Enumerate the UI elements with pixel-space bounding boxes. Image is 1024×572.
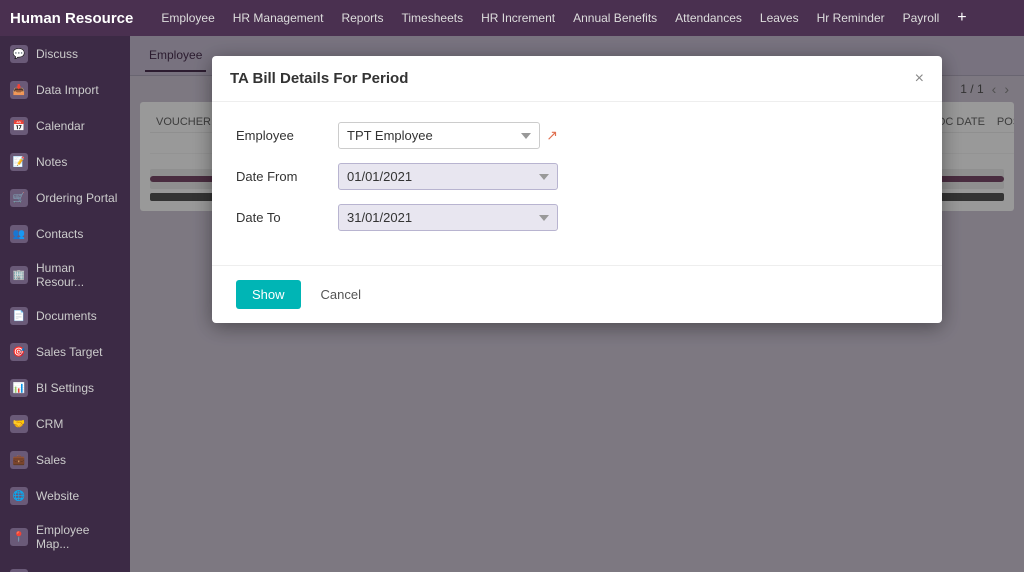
modal-backdrop: TA Bill Details For Period × Employee TP… — [130, 36, 1024, 572]
sidebar-item-human-resource[interactable]: 🏢 Human Resour... — [0, 252, 130, 298]
date-from-select[interactable]: 01/01/2021 — [338, 163, 558, 190]
data-import-icon: 📥 — [10, 81, 28, 99]
sidebar-label-bi-settings: BI Settings — [36, 381, 94, 395]
employee-label: Employee — [236, 128, 326, 143]
sidebar-label-data-import: Data Import — [36, 83, 99, 97]
date-to-label: Date To — [236, 210, 326, 225]
modal-title: TA Bill Details For Period — [230, 70, 408, 87]
nav-attendances[interactable]: Attendances — [675, 11, 742, 25]
documents-icon: 📄 — [10, 307, 28, 325]
contacts-icon: 👥 — [10, 225, 28, 243]
sidebar-label-website: Website — [36, 489, 79, 503]
sales-target-icon: 🎯 — [10, 343, 28, 361]
sidebar-label-sales: Sales — [36, 453, 66, 467]
notes-icon: 📝 — [10, 153, 28, 171]
ordering-portal-icon: 🛒 — [10, 189, 28, 207]
sidebar-item-data-import[interactable]: 📥 Data Import — [0, 72, 130, 108]
sidebar-label-calendar: Calendar — [36, 119, 85, 133]
sidebar-label-notes: Notes — [36, 155, 67, 169]
nav-timesheets[interactable]: Timesheets — [402, 11, 464, 25]
date-from-field-container: 01/01/2021 — [338, 163, 558, 190]
sales-icon: 💼 — [10, 451, 28, 469]
website-icon: 🌐 — [10, 487, 28, 505]
sidebar-label-contacts: Contacts — [36, 227, 83, 241]
cancel-button[interactable]: Cancel — [311, 280, 371, 309]
form-row-date-from: Date From 01/01/2021 — [236, 163, 918, 190]
form-row-employee: Employee TPT Employee ↗ — [236, 122, 918, 149]
sidebar: 💬 Discuss 📥 Data Import 📅 Calendar 📝 Not… — [0, 36, 130, 572]
brand-title: Human Resource — [10, 10, 133, 27]
nav-payroll[interactable]: Payroll — [903, 11, 940, 25]
sidebar-item-sales[interactable]: 💼 Sales — [0, 442, 130, 478]
sidebar-label-ordering-portal: Ordering Portal — [36, 191, 117, 205]
employee-map-icon: 📍 — [10, 528, 28, 546]
sidebar-item-employee-map[interactable]: 📍 Employee Map... — [0, 514, 130, 560]
nav-hr-reminder[interactable]: Hr Reminder — [817, 11, 885, 25]
sidebar-label-crm: CRM — [36, 417, 63, 431]
employee-select[interactable]: TPT Employee — [338, 122, 540, 149]
modal-body: Employee TPT Employee ↗ Date From — [212, 102, 942, 265]
show-button[interactable]: Show — [236, 280, 301, 309]
sidebar-item-discuss[interactable]: 💬 Discuss — [0, 36, 130, 72]
nav-hr-management[interactable]: HR Management — [233, 11, 324, 25]
external-link-icon[interactable]: ↗ — [546, 127, 558, 144]
nav-employee[interactable]: Employee — [161, 11, 214, 25]
date-from-label: Date From — [236, 169, 326, 184]
sidebar-item-contacts[interactable]: 👥 Contacts — [0, 216, 130, 252]
date-to-field-container: 31/01/2021 — [338, 204, 558, 231]
modal-close-button[interactable]: × — [915, 71, 924, 87]
main-content: Employee 1 / 1 ‹ › VOUCHER NO EMPLOYEE D… — [130, 36, 1024, 572]
sidebar-item-bi-settings[interactable]: 📊 BI Settings — [0, 370, 130, 406]
sidebar-item-crm[interactable]: 🤝 CRM — [0, 406, 130, 442]
nav-hr-increment[interactable]: HR Increment — [481, 11, 555, 25]
sidebar-label-employee-map: Employee Map... — [36, 523, 120, 551]
modal-footer: Show Cancel — [212, 265, 942, 323]
nav-reports[interactable]: Reports — [341, 11, 383, 25]
modal-ta-bill: TA Bill Details For Period × Employee TP… — [212, 56, 942, 323]
calendar-icon: 📅 — [10, 117, 28, 135]
sidebar-item-ordering-portal[interactable]: 🛒 Ordering Portal — [0, 180, 130, 216]
discuss-icon: 💬 — [10, 45, 28, 63]
sidebar-item-documents[interactable]: 📄 Documents — [0, 298, 130, 334]
sidebar-label-discuss: Discuss — [36, 47, 78, 61]
sidebar-label-sales-target: Sales Target — [36, 345, 103, 359]
main-layout: 💬 Discuss 📥 Data Import 📅 Calendar 📝 Not… — [0, 36, 1024, 572]
sidebar-label-human-resource: Human Resour... — [36, 261, 120, 289]
nav-add-button[interactable]: + — [957, 9, 966, 27]
crm-icon: 🤝 — [10, 415, 28, 433]
top-nav: Human Resource Employee HR Management Re… — [0, 0, 1024, 36]
date-to-select[interactable]: 31/01/2021 — [338, 204, 558, 231]
sidebar-item-global-search[interactable]: 🔍 Global Search — [0, 560, 130, 572]
modal-header: TA Bill Details For Period × — [212, 56, 942, 102]
sidebar-item-notes[interactable]: 📝 Notes — [0, 144, 130, 180]
employee-field-container: TPT Employee ↗ — [338, 122, 558, 149]
sidebar-label-documents: Documents — [36, 309, 97, 323]
sidebar-item-sales-target[interactable]: 🎯 Sales Target — [0, 334, 130, 370]
form-row-date-to: Date To 31/01/2021 — [236, 204, 918, 231]
nav-annual-benefits[interactable]: Annual Benefits — [573, 11, 657, 25]
sidebar-item-calendar[interactable]: 📅 Calendar — [0, 108, 130, 144]
sidebar-item-website[interactable]: 🌐 Website — [0, 478, 130, 514]
human-resource-icon: 🏢 — [10, 266, 28, 284]
nav-leaves[interactable]: Leaves — [760, 11, 799, 25]
bi-settings-icon: 📊 — [10, 379, 28, 397]
